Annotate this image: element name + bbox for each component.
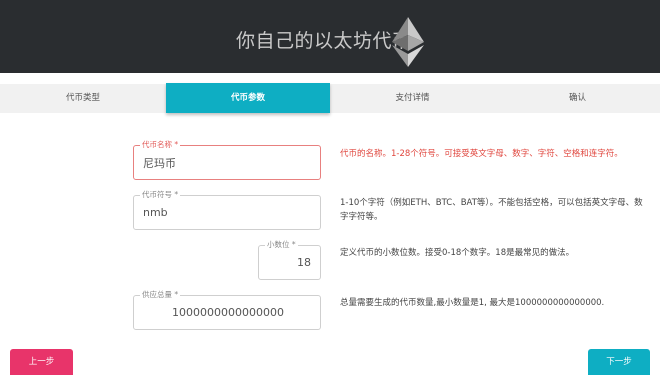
token-name-field[interactable]: 代币名称 * 尼玛币 (133, 140, 321, 180)
token-symbol-help-line2: 字字符等。 (340, 212, 383, 222)
decimals-value: 18 (297, 256, 311, 269)
total-supply-label: 供应总量 * (140, 290, 181, 300)
step-payment-details[interactable]: 支付详情 (330, 84, 495, 113)
token-name-label: 代币名称 * (140, 140, 181, 150)
page-header: 你自己的以太坊代币 (0, 0, 660, 73)
step-token-params[interactable]: 代币参数 (166, 83, 330, 113)
token-name-help: 代币的名称。1-28个符号。可接受英文字母、数字、字符、空格和连字符。 (340, 149, 623, 159)
step-token-type[interactable]: 代币类型 (0, 84, 166, 113)
token-symbol-field[interactable]: 代币符号 * nmb (133, 190, 321, 230)
decimals-label: 小数位 * (265, 240, 298, 250)
next-button[interactable]: 下一步 (588, 349, 650, 375)
total-supply-help: 总量需要生成的代币数量,最小数量是1, 最大是1000000000000000. (340, 298, 605, 308)
token-symbol-help-line1: 1-10个字符（例如ETH、BTC、BAT等）。不能包括空格，可以包括英文字母、… (340, 198, 643, 208)
step-confirm[interactable]: 确认 (495, 84, 660, 113)
token-name-value: 尼玛币 (143, 157, 176, 170)
decimals-help: 定义代币的小数位数。接受0-18个数字。18是最常见的做法。 (340, 248, 575, 258)
token-symbol-label: 代币符号 * (140, 190, 181, 200)
wizard-steps: 代币类型 代币参数 支付详情 确认 (0, 83, 660, 113)
page-title: 你自己的以太坊代币 (236, 30, 412, 52)
decimals-field[interactable]: 小数位 * 18 (258, 240, 321, 280)
previous-button[interactable]: 上一步 (10, 349, 73, 375)
token-symbol-value: nmb (143, 206, 168, 219)
total-supply-field[interactable]: 供应总量 * 1000000000000000 (133, 290, 321, 330)
total-supply-value: 1000000000000000 (172, 306, 284, 319)
ethereum-logo-icon (392, 17, 424, 67)
